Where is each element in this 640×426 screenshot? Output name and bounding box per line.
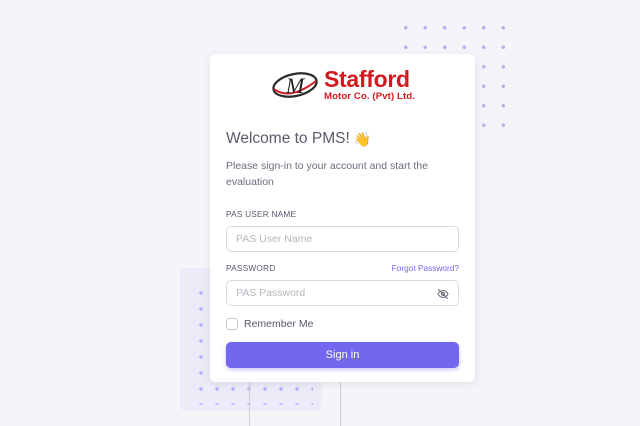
forgot-password-link[interactable]: Forgot Password? bbox=[392, 263, 459, 273]
logo-company-name: Stafford bbox=[324, 66, 410, 93]
remember-me-row: Remember Me bbox=[226, 318, 459, 330]
password-input[interactable] bbox=[236, 287, 449, 299]
login-card: M Stafford Motor Co. (Pvt) Ltd. Welcome … bbox=[210, 54, 475, 382]
username-field-wrapper bbox=[226, 226, 459, 252]
username-input[interactable] bbox=[236, 233, 449, 245]
logo-company-subtitle: Motor Co. (Pvt) Ltd. bbox=[324, 91, 415, 103]
welcome-subtitle: Please sign-in to your account and start… bbox=[226, 160, 428, 188]
remember-me-label[interactable]: Remember Me bbox=[244, 318, 313, 330]
password-label: PASSWORD bbox=[226, 263, 276, 273]
password-field-wrapper bbox=[226, 280, 459, 306]
welcome-title: Welcome to PMS! bbox=[226, 130, 350, 147]
remember-me-checkbox[interactable] bbox=[226, 318, 238, 330]
svg-text:M: M bbox=[285, 73, 306, 98]
eye-off-icon[interactable] bbox=[437, 288, 449, 303]
sign-in-button[interactable]: Sign in bbox=[226, 342, 459, 368]
logo-monogram-icon: M bbox=[272, 72, 318, 98]
welcome-heading: Welcome to PMS! 👋 bbox=[226, 130, 459, 148]
waving-hand-icon: 👋 bbox=[353, 130, 372, 147]
username-label: PAS USER NAME bbox=[226, 209, 297, 219]
company-logo: M Stafford Motor Co. (Pvt) Ltd. bbox=[226, 66, 459, 104]
